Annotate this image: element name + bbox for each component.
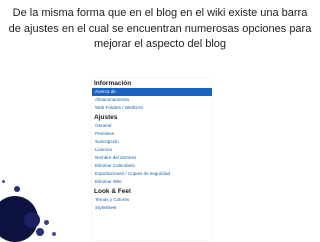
section-header-look-feel: Look & Feel <box>94 188 131 195</box>
slide-title: De la misma forma que en el blog en el w… <box>8 7 312 50</box>
ink-blob <box>44 220 49 225</box>
sidebar-item-eliminar-calendario[interactable]: Eliminar Calendario <box>92 162 212 170</box>
sidebar-item-almacenamiento[interactable]: Almacenamiento <box>92 96 212 104</box>
sidebar-item-exportaciones[interactable]: Exportaciones / Copias de seguridad <box>92 170 212 178</box>
sidebar-item-permisos[interactable]: Permisos <box>92 130 212 138</box>
sidebar-item-nombre-dominio[interactable]: Nombre del dominio <box>92 154 212 162</box>
sidebar-item-web-folders[interactable]: Web Folders / WebDAV <box>92 104 212 112</box>
sidebar-item-eliminar-wiki[interactable]: Eliminar Wiki <box>92 178 212 186</box>
sidebar-item-licencia[interactable]: Licencia <box>92 146 212 154</box>
ink-blob <box>52 232 56 236</box>
sidebar-item-general[interactable]: General <box>92 122 212 130</box>
ink-blob <box>36 228 44 236</box>
ink-blob <box>2 180 5 183</box>
sidebar-item-stylesheet[interactable]: Stylesheet <box>92 204 212 212</box>
sidebar-item-suscripcion[interactable]: Suscripción <box>92 138 212 146</box>
ink-blob <box>24 212 40 228</box>
sidebar-item-acerca-de[interactable]: Acerca de <box>92 88 212 96</box>
ink-blob <box>14 186 20 192</box>
sidebar-item-temas-colores[interactable]: Temas y Colores <box>92 196 212 204</box>
section-header-ajustes: Ajustes <box>94 114 118 121</box>
section-header-informacion: Información <box>94 80 132 87</box>
settings-sidebar: Información Acerca de Almacenamiento Web… <box>92 78 212 240</box>
